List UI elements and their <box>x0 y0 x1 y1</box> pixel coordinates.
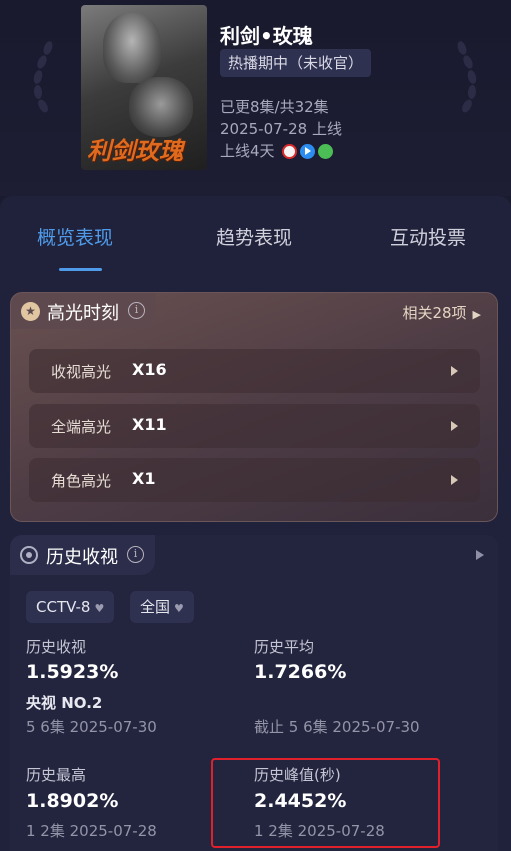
hist-rating-episode: 5 6集 2025-07-30 <box>26 718 157 736</box>
poster-figure-2 <box>129 77 193 137</box>
days-online: 上线4天 <box>220 142 275 160</box>
highlights-related-link[interactable]: 相关28项 ▶ <box>402 302 481 323</box>
play-icon[interactable] <box>300 144 316 159</box>
history-expand-icon[interactable] <box>476 550 484 560</box>
highlight-count: X1 <box>132 469 156 488</box>
dropdown-icon: ♥ <box>94 602 105 615</box>
highlight-label: 角色高光 <box>51 472 112 490</box>
info-icon[interactable]: i <box>128 302 145 319</box>
air-date: 2025-07-28 上线 <box>220 120 342 138</box>
hist-max-value: 1.8902% <box>26 790 119 812</box>
region-select[interactable]: 全国 ♥ <box>130 591 194 623</box>
highlight-count: X11 <box>132 415 167 434</box>
tab-vote[interactable]: 互动投票 <box>390 223 466 250</box>
poster-title: 利剑玫瑰 <box>87 136 183 165</box>
highlight-count: X16 <box>132 360 167 379</box>
hist-max-label: 历史最高 <box>26 766 87 784</box>
highlight-row-all-platform[interactable]: 全端高光 X11 <box>29 404 480 448</box>
show-poster[interactable]: 利剑玫瑰 <box>81 5 207 170</box>
show-header: 利剑玫瑰 利剑•玫瑰 热播期中（未收官） 已更8集/共32集 2025-07-2… <box>0 0 511 196</box>
hist-rating-rank: 央视 NO.2 <box>26 694 103 712</box>
region-value: 全国 <box>140 598 171 616</box>
highlights-card: ★ 高光时刻 i 相关28项 ▶ 收视高光 X16 全端高光 X11 角色高光 X… <box>10 292 498 522</box>
main-content: 概览表现 趋势表现 互动投票 ★ 高光时刻 i 相关28项 ▶ 收视高光 X16 … <box>0 196 511 851</box>
chevron-right-icon <box>451 475 458 485</box>
cctv-icon[interactable] <box>282 144 298 159</box>
hist-avg-episode: 截止 5 6集 2025-07-30 <box>254 718 420 736</box>
highlight-label: 全端高光 <box>51 418 112 436</box>
episode-count: 已更8集/共32集 <box>220 98 329 116</box>
film-reel-icon <box>20 546 38 564</box>
status-badge: 热播期中（未收官） <box>220 49 372 77</box>
active-tab-indicator <box>59 268 102 271</box>
hist-max-episode: 1 2集 2025-07-28 <box>26 822 157 840</box>
tab-overview[interactable]: 概览表现 <box>37 223 113 250</box>
highlight-label: 收视高光 <box>51 363 112 381</box>
highlight-annotation-box <box>211 758 440 848</box>
laurel-left-icon <box>33 41 53 113</box>
days-online-row: 上线4天 <box>220 140 334 161</box>
info-icon[interactable]: i <box>127 546 144 563</box>
star-icon: ★ <box>21 302 40 321</box>
history-header: 历史收视 i <box>10 535 155 575</box>
hist-rating-label: 历史收视 <box>26 638 87 656</box>
hist-rating-value: 1.5923% <box>26 661 119 683</box>
channel-select[interactable]: CCTV-8 ♥ <box>26 591 115 623</box>
show-title: 利剑•玫瑰 <box>220 24 313 48</box>
highlight-row-rating[interactable]: 收视高光 X16 <box>29 349 480 393</box>
hist-avg-value: 1.7266% <box>254 661 347 683</box>
laurel-right-icon <box>457 41 477 113</box>
hist-avg-label: 历史平均 <box>254 638 315 656</box>
chevron-right-icon <box>451 421 458 431</box>
highlights-title: 高光时刻 <box>47 303 119 324</box>
tab-trend[interactable]: 趋势表现 <box>216 223 292 250</box>
poster-figure-1 <box>103 13 161 83</box>
highlight-row-character[interactable]: 角色高光 X1 <box>29 458 480 502</box>
channel-value: CCTV-8 <box>36 598 91 616</box>
highlights-header: ★ 高光时刻 i <box>11 293 156 329</box>
platform-icons <box>282 144 334 159</box>
chevron-right-icon <box>451 366 458 376</box>
chevron-right-icon: ▶ <box>472 308 481 321</box>
related-count: 相关28项 <box>402 304 467 322</box>
history-title: 历史收视 <box>46 547 118 568</box>
dropdown-icon: ♥ <box>174 602 184 615</box>
iqiyi-icon[interactable] <box>318 144 334 159</box>
